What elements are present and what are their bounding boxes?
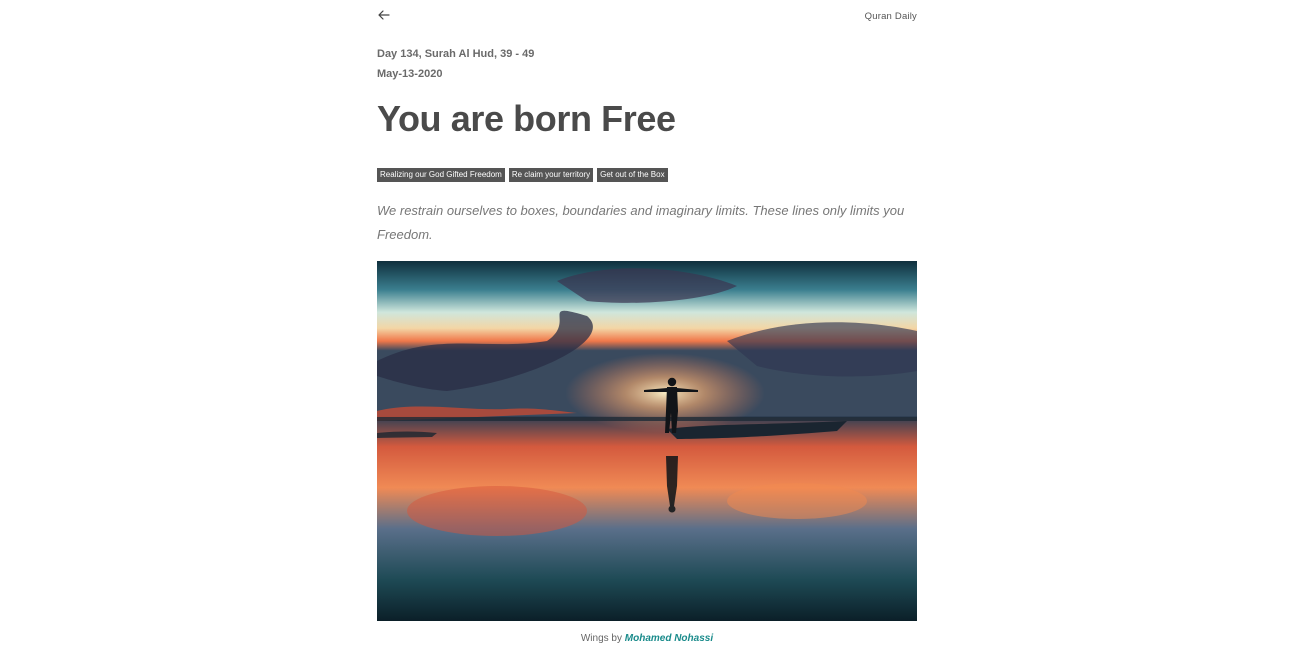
day-surah-label: Day 134, Surah Al Hud, 39 - 49	[377, 48, 535, 60]
post-meta: Day 134, Surah Al Hud, 39 - 49 May-13-20…	[377, 44, 534, 84]
caption-prefix: Wings by	[580, 633, 622, 644]
sunset-silhouette-illustration	[377, 261, 917, 621]
top-bar: Quran Daily	[377, 6, 917, 28]
arrow-left-icon	[377, 8, 393, 22]
back-button[interactable]	[377, 8, 393, 24]
tag[interactable]: Realizing our God Gifted Freedom	[377, 168, 505, 182]
lead-paragraph: We restrain ourselves to boxes, boundari…	[377, 203, 905, 242]
page-title: You are born Free	[377, 98, 676, 139]
hero-image	[377, 261, 917, 621]
page: Quran Daily Day 134, Surah Al Hud, 39 - …	[0, 0, 1293, 661]
image-caption: Wings by Mohamed Nohassi	[377, 633, 917, 644]
photo-author-link[interactable]: Mohamed Nohassi	[625, 633, 713, 644]
brand-link[interactable]: Quran Daily	[865, 11, 917, 22]
tag-list: Realizing our God Gifted Freedom Re clai…	[377, 168, 668, 182]
tag[interactable]: Get out of the Box	[597, 168, 668, 182]
tag[interactable]: Re claim your territory	[508, 168, 594, 182]
post-date: May-13-2020	[377, 68, 443, 80]
